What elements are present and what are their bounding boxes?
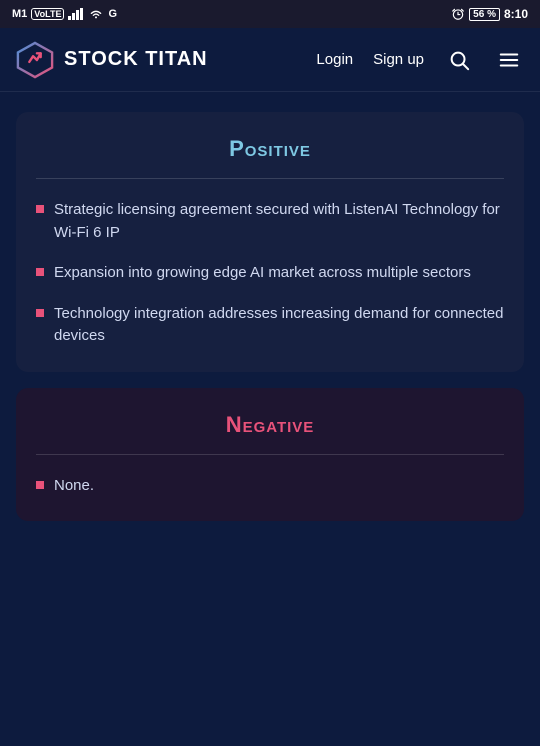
positive-list: Strategic licensing agreement secured wi…: [36, 199, 504, 348]
bullet-icon: [36, 268, 44, 276]
positive-item-2: Expansion into growing edge AI market ac…: [54, 262, 471, 285]
status-bar-right: 56 % 8:10: [451, 7, 528, 21]
positive-item-3: Technology integration addresses increas…: [54, 303, 504, 348]
positive-title: Positive: [36, 136, 504, 162]
signup-link[interactable]: Sign up: [373, 51, 424, 68]
positive-card: Positive Strategic licensing agreement s…: [16, 112, 524, 372]
negative-title: Negative: [36, 412, 504, 438]
list-item: Expansion into growing edge AI market ac…: [36, 262, 504, 285]
search-icon: [448, 49, 470, 71]
negative-divider: [36, 454, 504, 455]
carrier-label: M1: [12, 8, 27, 20]
page-content: Positive Strategic licensing agreement s…: [0, 92, 540, 746]
positive-divider: [36, 178, 504, 179]
logo-icon: [16, 41, 54, 79]
list-item: Strategic licensing agreement secured wi…: [36, 199, 504, 244]
status-bar: M1 VoLTE G 56 % 8:10: [0, 0, 540, 28]
logo-text: STOCK TITAN: [64, 48, 208, 71]
navbar-links: Login Sign up: [316, 45, 524, 75]
bullet-icon: [36, 205, 44, 213]
negative-list: None.: [36, 475, 504, 498]
list-item: Technology integration addresses increas…: [36, 303, 504, 348]
status-bar-left: M1 VoLTE G: [12, 8, 117, 20]
negative-card: Negative None.: [16, 388, 524, 522]
volte-label: VoLTE: [31, 8, 64, 20]
menu-button[interactable]: [494, 45, 524, 75]
list-item: None.: [36, 475, 504, 498]
battery-indicator: 56 %: [469, 8, 500, 21]
positive-item-1: Strategic licensing agreement secured wi…: [54, 199, 504, 244]
negative-item-1: None.: [54, 475, 94, 498]
time-display: 8:10: [504, 7, 528, 21]
hamburger-icon: [498, 49, 520, 71]
login-link[interactable]: Login: [316, 51, 353, 68]
g-label: G: [108, 8, 117, 20]
wifi-icon: [88, 8, 104, 20]
alarm-icon: [451, 7, 465, 21]
search-button[interactable]: [444, 45, 474, 75]
navbar: STOCK TITAN Login Sign up: [0, 28, 540, 92]
bullet-icon: [36, 309, 44, 317]
signal-icon: [68, 8, 84, 20]
bullet-icon: [36, 481, 44, 489]
battery-level: 56: [473, 9, 484, 20]
navbar-logo: STOCK TITAN: [16, 41, 316, 79]
